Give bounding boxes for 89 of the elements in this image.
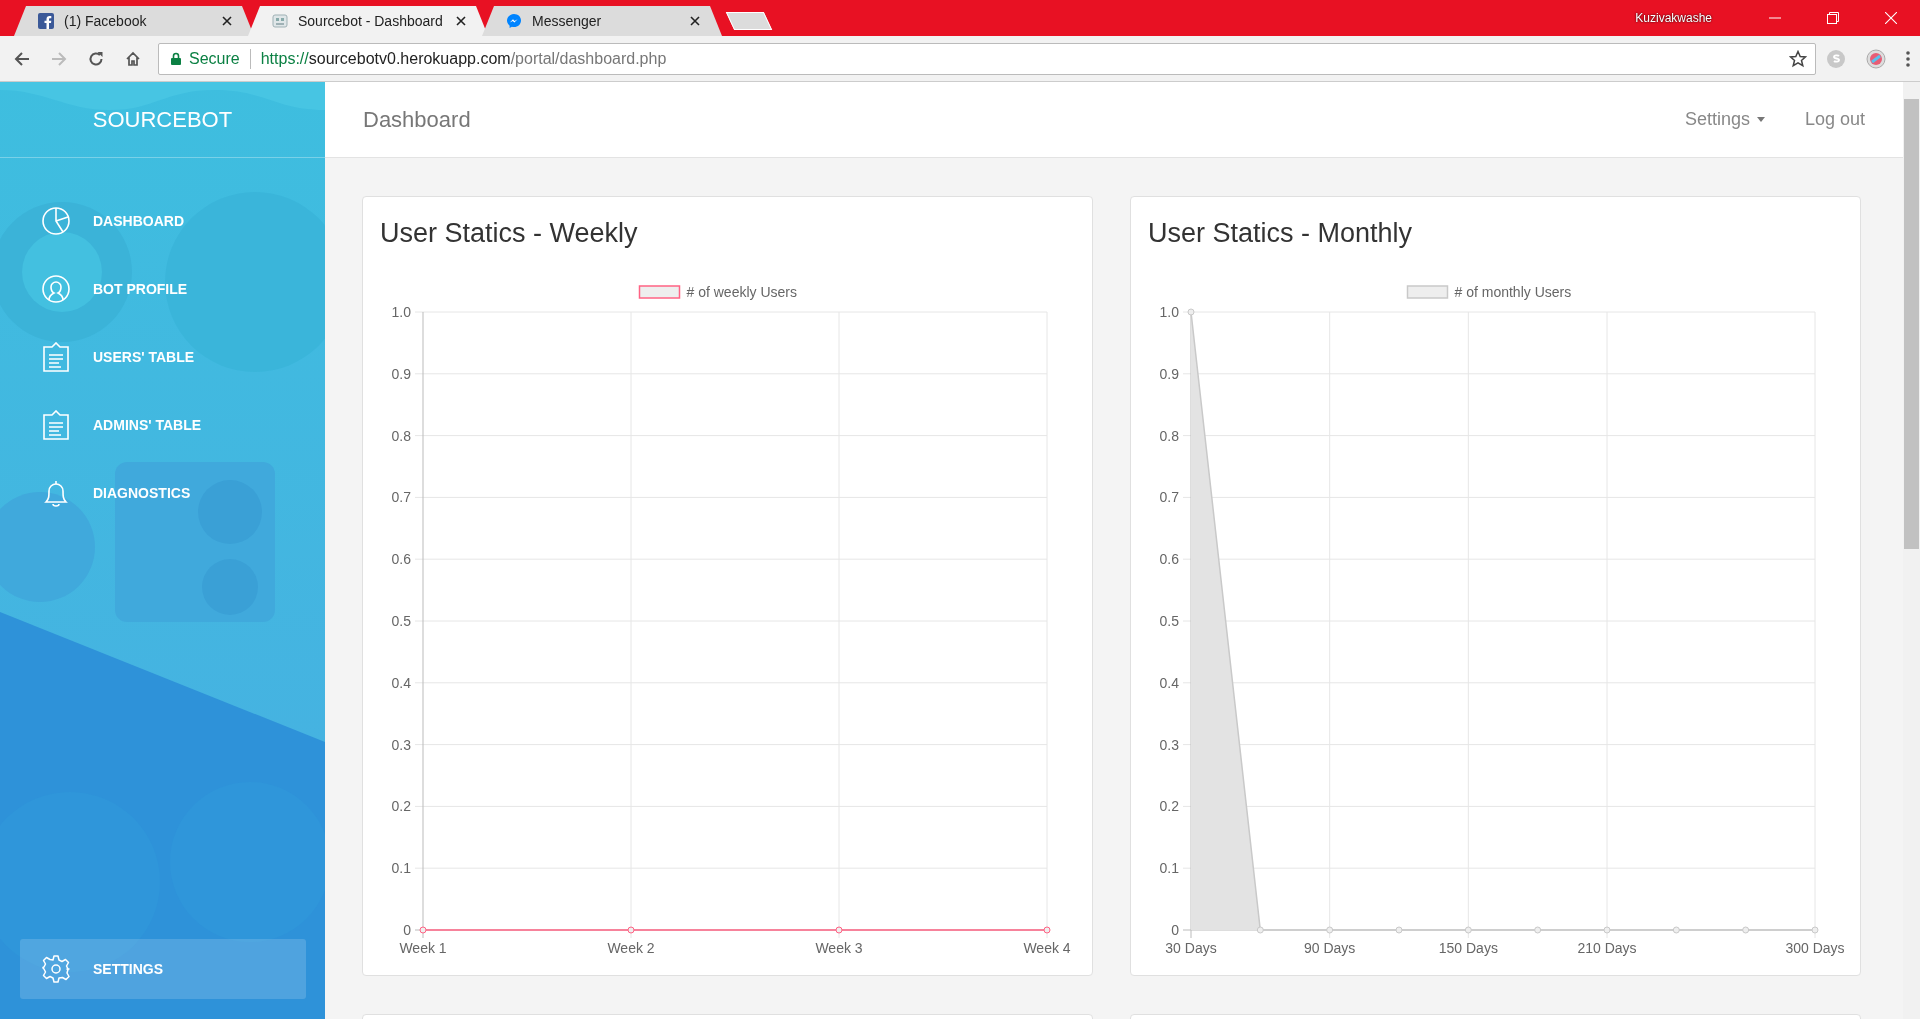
clipboard-icon bbox=[41, 342, 71, 372]
sidebar-item[interactable]: ADMINS' TABLE bbox=[0, 406, 325, 444]
legend-label[interactable]: # of weekly Users bbox=[686, 284, 797, 300]
tick-label: 0.7 bbox=[1159, 489, 1179, 506]
sidebar-item[interactable]: DASHBOARD bbox=[0, 202, 325, 240]
close-icon[interactable] bbox=[456, 16, 466, 26]
legend-swatch[interactable] bbox=[638, 285, 681, 299]
sidebar-item[interactable]: DIAGNOSTICS bbox=[0, 474, 325, 512]
back-icon[interactable] bbox=[14, 50, 30, 67]
settings-dropdown[interactable]: Settings bbox=[1684, 109, 1765, 130]
close-icon[interactable] bbox=[222, 16, 232, 26]
tick-label: 0.3 bbox=[391, 736, 411, 753]
data-point[interactable] bbox=[1672, 926, 1680, 934]
profile-name[interactable]: Kuzivakwashe bbox=[1635, 11, 1712, 25]
tick-label: 150 Days bbox=[1438, 940, 1498, 956]
data-point[interactable] bbox=[1603, 926, 1611, 934]
tick-label: 210 Days bbox=[1577, 940, 1637, 956]
tick-label: 0.5 bbox=[391, 613, 411, 629]
robot-icon bbox=[272, 13, 288, 29]
lock-icon bbox=[171, 52, 181, 65]
messenger-icon bbox=[506, 13, 522, 29]
settings-button[interactable]: SETTINGS bbox=[20, 939, 306, 999]
logo-text[interactable]: SOURCEBOT bbox=[92, 106, 233, 133]
extension-icon[interactable] bbox=[1826, 48, 1846, 69]
sidebar-item[interactable]: USERS' TABLE bbox=[0, 338, 325, 376]
settings-icon bbox=[41, 954, 71, 984]
facebook-icon bbox=[38, 13, 54, 29]
page-title: Dashboard bbox=[363, 106, 471, 133]
address-bar[interactable]: Secure https://sourcebotv0.herokuapp.com/portal/dashboard.php bbox=[158, 42, 1816, 75]
clipboard-icon bbox=[41, 410, 71, 440]
tick-label: 0.7 bbox=[391, 489, 411, 506]
star-icon[interactable] bbox=[1789, 49, 1807, 68]
data-point[interactable] bbox=[1464, 926, 1472, 934]
card-title: User Statics - Weekly bbox=[379, 217, 639, 250]
tick-label: 90 Days bbox=[1304, 940, 1356, 956]
tick-label: Week 1 bbox=[399, 940, 447, 956]
data-point[interactable] bbox=[1326, 926, 1334, 934]
data-point[interactable] bbox=[835, 926, 843, 934]
data-point[interactable] bbox=[1534, 926, 1542, 934]
tick-label: 30 Days bbox=[1165, 940, 1217, 956]
tick-label: Week 4 bbox=[1023, 940, 1071, 956]
tick-label: 0.2 bbox=[1159, 798, 1179, 815]
tick-label: 0 bbox=[403, 922, 411, 938]
reload-icon[interactable] bbox=[88, 50, 104, 67]
sidebar-item[interactable]: BOT PROFILE bbox=[0, 270, 325, 308]
pie-chart-icon bbox=[41, 206, 71, 236]
tick-label: 1.0 bbox=[391, 304, 411, 320]
data-point[interactable] bbox=[1811, 926, 1819, 934]
tick-label: 0.4 bbox=[1159, 674, 1179, 691]
tick-label: 0.1 bbox=[1159, 860, 1179, 877]
bell-icon bbox=[41, 478, 71, 508]
tick-label: Week 2 bbox=[607, 940, 655, 956]
tick-label: Week 3 bbox=[815, 940, 863, 956]
card-title: User Statics - Monthly bbox=[1147, 217, 1414, 250]
legend-swatch[interactable] bbox=[1406, 285, 1449, 299]
tick-label: 0.6 bbox=[1159, 551, 1179, 568]
tick-label: 0.3 bbox=[1159, 736, 1179, 753]
data-point[interactable] bbox=[1043, 926, 1051, 934]
tick-label: 0.6 bbox=[391, 551, 411, 568]
tick-label: 0.4 bbox=[391, 674, 411, 691]
caret-icon bbox=[1756, 117, 1765, 122]
data-point[interactable] bbox=[1742, 926, 1750, 934]
tick-label: 0.8 bbox=[1159, 427, 1179, 444]
logout-link[interactable]: Log out bbox=[1804, 109, 1865, 130]
tick-label: 0.5 bbox=[1159, 613, 1179, 629]
tick-label: 0.9 bbox=[391, 365, 411, 382]
data-point[interactable] bbox=[419, 926, 427, 934]
user-icon bbox=[41, 274, 71, 304]
tick-label: 0.2 bbox=[391, 798, 411, 815]
browser-tab[interactable]: Messenger bbox=[482, 6, 722, 36]
legend-label[interactable]: # of monthly Users bbox=[1454, 284, 1572, 300]
tick-label: 0.9 bbox=[1159, 365, 1179, 382]
data-point[interactable] bbox=[1395, 926, 1403, 934]
data-point[interactable] bbox=[627, 926, 635, 934]
home-icon[interactable] bbox=[125, 50, 141, 67]
tick-label: 0.1 bbox=[391, 860, 411, 877]
secure-label: Secure bbox=[189, 49, 240, 68]
tick-label: 0 bbox=[1171, 922, 1179, 938]
data-point[interactable] bbox=[1187, 308, 1195, 316]
restore-icon[interactable] bbox=[1827, 12, 1839, 24]
data-point[interactable] bbox=[1256, 926, 1264, 934]
url-text: https://sourcebotv0.herokuapp.com/portal/dashboard.php bbox=[260, 49, 668, 68]
close-icon[interactable] bbox=[690, 16, 700, 26]
extension-icon[interactable] bbox=[1866, 48, 1886, 69]
tick-label: 300 Days bbox=[1785, 940, 1845, 956]
tick-label: 0.8 bbox=[391, 427, 411, 444]
forward-icon[interactable] bbox=[51, 50, 67, 67]
tick-label: 1.0 bbox=[1159, 304, 1179, 320]
menu-icon[interactable] bbox=[1906, 50, 1910, 67]
